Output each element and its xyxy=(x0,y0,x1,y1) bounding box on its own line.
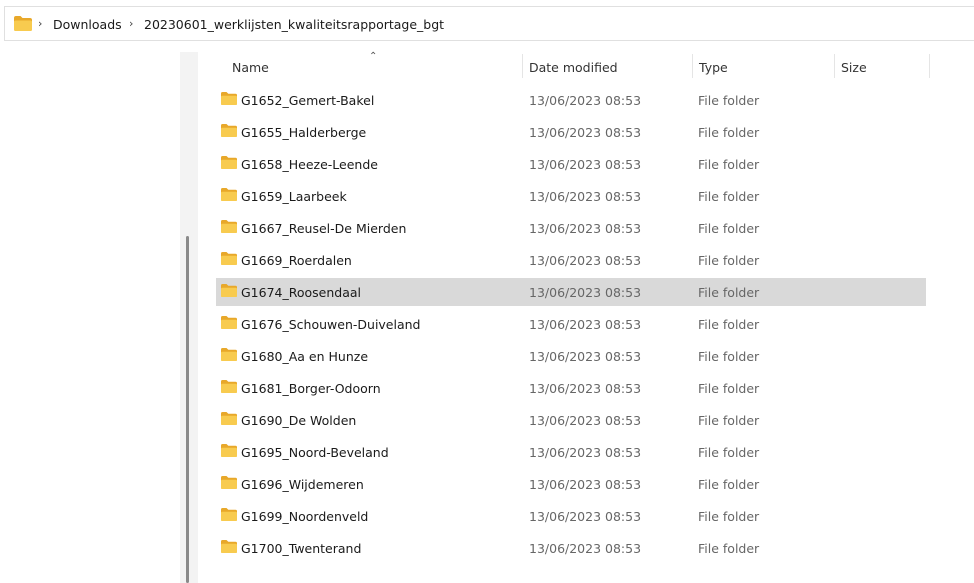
column-header-size[interactable]: Size xyxy=(841,60,867,75)
column-header-date-modified[interactable]: Date modified xyxy=(529,60,618,75)
column-divider[interactable] xyxy=(522,54,523,78)
date-modified: 13/06/2023 08:53 xyxy=(529,477,642,492)
file-row[interactable]: G1659_Laarbeek 13/06/2023 08:53 File folde… xyxy=(216,182,926,210)
date-modified: 13/06/2023 08:53 xyxy=(529,221,642,236)
file-type: File folder xyxy=(698,125,760,140)
folder-icon xyxy=(221,124,237,140)
folder-icon xyxy=(221,316,237,332)
date-modified: 13/06/2023 08:53 xyxy=(529,93,642,108)
folder-icon xyxy=(221,476,237,492)
file-type: File folder xyxy=(698,541,760,556)
folder-icon xyxy=(14,16,32,34)
chevron-right-icon[interactable]: › xyxy=(38,17,42,30)
file-name: G1659_Laarbeek xyxy=(241,189,347,204)
file-row[interactable]: G1699_Noordenveld 13/06/2023 08:53 File fo… xyxy=(216,502,926,530)
file-type: File folder xyxy=(698,317,760,332)
file-type: File folder xyxy=(698,189,760,204)
folder-icon xyxy=(221,540,237,556)
file-type: File folder xyxy=(698,413,760,428)
sort-ascending-icon: ⌃ xyxy=(369,51,378,62)
date-modified: 13/06/2023 08:53 xyxy=(529,253,642,268)
folder-icon xyxy=(221,412,237,428)
file-row[interactable]: G1655_Halderberge 13/06/2023 08:53 File fo… xyxy=(216,118,926,146)
file-name: G1652_Gemert-Bakel xyxy=(241,93,375,108)
date-modified: 13/06/2023 08:53 xyxy=(529,509,642,524)
file-name: G1696_Wijdemeren xyxy=(241,477,364,492)
scrollbar-thumb[interactable] xyxy=(186,236,189,583)
folder-icon xyxy=(221,92,237,108)
file-name: G1699_Noordenveld xyxy=(241,509,369,524)
file-row[interactable]: G1667_Reusel-De Mierden 13/06/2023 08:53 F… xyxy=(216,214,926,242)
file-type: File folder xyxy=(698,93,760,108)
file-name: G1669_Roerdalen xyxy=(241,253,352,268)
date-modified: 13/06/2023 08:53 xyxy=(529,285,642,300)
file-row[interactable]: G1680_Aa en Hunze 13/06/2023 08:53 File fo… xyxy=(216,342,926,370)
file-row[interactable]: G1669_Roerdalen 13/06/2023 08:53 File fold… xyxy=(216,246,926,274)
file-row[interactable]: G1700_Twenterand 13/06/2023 08:53 File fol… xyxy=(216,534,926,562)
file-name: G1690_De Wolden xyxy=(241,413,357,428)
date-modified: 13/06/2023 08:53 xyxy=(529,125,642,140)
date-modified: 13/06/2023 08:53 xyxy=(529,445,642,460)
navigation-pane-scrollbar[interactable] xyxy=(180,52,198,583)
file-type: File folder xyxy=(698,285,760,300)
file-name: G1667_Reusel-De Mierden xyxy=(241,221,407,236)
file-name: G1655_Halderberge xyxy=(241,125,367,140)
column-header-type[interactable]: Type xyxy=(699,60,728,75)
file-row[interactable]: G1676_Schouwen-Duiveland 13/06/2023 08:53… xyxy=(216,310,926,338)
file-type: File folder xyxy=(698,157,760,172)
file-row[interactable]: G1695_Noord-Beveland 13/06/2023 08:53 File… xyxy=(216,438,926,466)
file-type: File folder xyxy=(698,509,760,524)
folder-icon xyxy=(221,252,237,268)
address-bar[interactable]: › Downloads › 20230601_werklijsten_kwali… xyxy=(4,6,974,41)
folder-icon xyxy=(221,220,237,236)
file-name: G1674_Roosendaal xyxy=(241,285,362,300)
file-type: File folder xyxy=(698,253,760,268)
file-row[interactable]: G1658_Heeze-Leende 13/06/2023 08:53 File f… xyxy=(216,150,926,178)
folder-icon xyxy=(221,284,237,300)
folder-icon xyxy=(221,188,237,204)
file-type: File folder xyxy=(698,477,760,492)
file-type: File folder xyxy=(698,381,760,396)
date-modified: 13/06/2023 08:53 xyxy=(529,413,642,428)
file-name: G1681_Borger-Odoorn xyxy=(241,381,381,396)
date-modified: 13/06/2023 08:53 xyxy=(529,541,642,556)
breadcrumb-downloads[interactable]: Downloads xyxy=(53,17,122,32)
folder-icon xyxy=(221,444,237,460)
file-name: G1695_Noord-Beveland xyxy=(241,445,389,460)
file-row[interactable]: G1690_De Wolden 13/06/2023 08:53 File fold… xyxy=(216,406,926,434)
date-modified: 13/06/2023 08:53 xyxy=(529,189,642,204)
file-row[interactable]: G1696_Wijdemeren 13/06/2023 08:53 File fol… xyxy=(216,470,926,498)
folder-icon xyxy=(221,380,237,396)
file-name: G1658_Heeze-Leende xyxy=(241,157,378,172)
file-row[interactable]: G1652_Gemert-Bakel 13/06/2023 08:53 File f… xyxy=(216,86,926,114)
file-name: G1700_Twenterand xyxy=(241,541,362,556)
date-modified: 13/06/2023 08:53 xyxy=(529,381,642,396)
file-list: G1641_Maasgouw13/06/2023 08:53File folde… xyxy=(216,50,926,583)
column-divider[interactable] xyxy=(692,54,693,78)
date-modified: 13/06/2023 08:53 xyxy=(529,349,642,364)
breadcrumb-current-folder[interactable]: 20230601_werklijsten_kwaliteitsrapportag… xyxy=(144,17,444,32)
column-divider[interactable] xyxy=(834,54,835,78)
folder-icon xyxy=(221,156,237,172)
file-name: G1680_Aa en Hunze xyxy=(241,349,369,364)
date-modified: 13/06/2023 08:53 xyxy=(529,317,642,332)
chevron-right-icon[interactable]: › xyxy=(129,17,133,30)
file-name: G1676_Schouwen-Duiveland xyxy=(241,317,421,332)
file-type: File folder xyxy=(698,221,760,236)
date-modified: 13/06/2023 08:53 xyxy=(529,157,642,172)
file-row[interactable]: G1674_Roosendaal 13/06/2023 08:53 File fol… xyxy=(216,278,926,306)
file-type: File folder xyxy=(698,445,760,460)
file-type: File folder xyxy=(698,349,760,364)
file-row[interactable]: G1681_Borger-Odoorn 13/06/2023 08:53 File … xyxy=(216,374,926,402)
column-divider[interactable] xyxy=(929,54,930,78)
folder-icon xyxy=(221,348,237,364)
column-header-name[interactable]: Name xyxy=(232,60,269,75)
folder-icon xyxy=(221,508,237,524)
